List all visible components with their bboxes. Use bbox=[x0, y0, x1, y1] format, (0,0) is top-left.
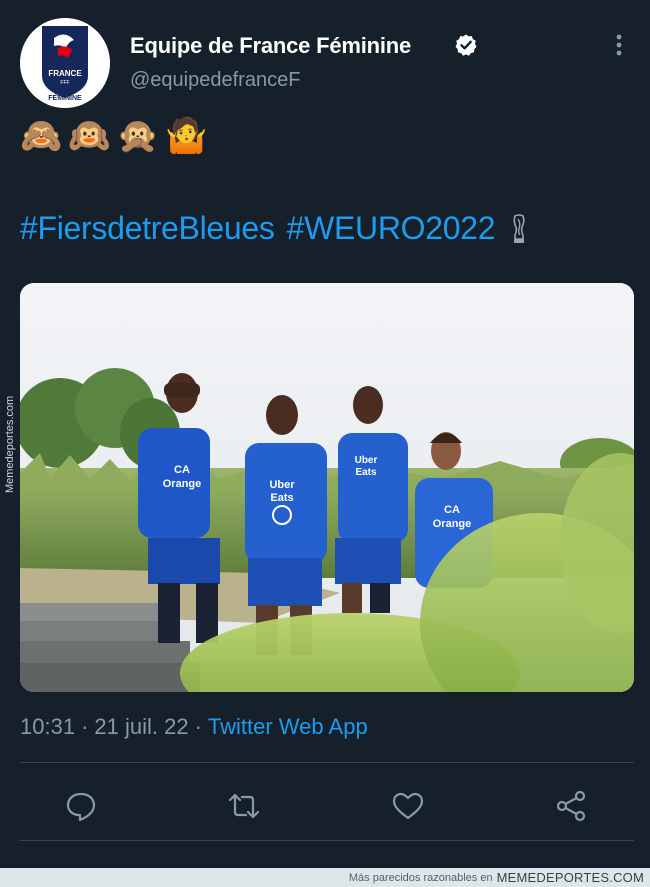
see-no-evil-monkey-emoji: 🙈 bbox=[20, 116, 63, 156]
reply-icon bbox=[66, 792, 96, 822]
verified-badge-icon bbox=[455, 34, 477, 56]
jersey-text-orange-2: Orange bbox=[433, 518, 472, 530]
footer-text: Más parecidos razonables en bbox=[348, 871, 493, 884]
like-icon bbox=[392, 792, 424, 820]
hashtag-weuro2022[interactable]: #WEURO2022 bbox=[287, 210, 496, 247]
jersey-text-eats: Eats bbox=[270, 492, 293, 504]
retweet-icon bbox=[228, 793, 260, 819]
hashtag-fiersdetrebleues[interactable]: #FiersdetreBleues bbox=[20, 210, 275, 247]
user-handle[interactable]: @equipedefranceF bbox=[130, 69, 300, 92]
more-options-icon[interactable] bbox=[606, 32, 632, 58]
jersey-text-orange: Orange bbox=[163, 478, 202, 490]
side-watermark: Memedeportes.com bbox=[4, 395, 16, 493]
like-button[interactable] bbox=[390, 788, 426, 824]
speak-no-evil-monkey-emoji: 🙊 bbox=[116, 116, 160, 156]
jersey-text-ca-2: CA bbox=[444, 504, 460, 516]
jersey-text-eats-2: Eats bbox=[355, 467, 377, 478]
shrug-emoji: 🤷 bbox=[165, 116, 208, 156]
avatar-text-mid: FFF bbox=[60, 80, 69, 86]
action-bar bbox=[0, 782, 650, 826]
tweet-meta: 10:31 · 21 juil. 22 · Twitter Web App bbox=[20, 714, 368, 740]
footer-brand[interactable]: MEMEDEPORTES.COM bbox=[497, 870, 644, 885]
emoji-line: 🙈 🙉 🙊 🤷 bbox=[20, 113, 207, 159]
tweet-time[interactable]: 10:31 bbox=[20, 714, 75, 740]
divider-top bbox=[20, 762, 634, 763]
meta-separator-2: · bbox=[194, 714, 202, 739]
jersey-text-uber: Uber bbox=[269, 479, 295, 491]
divider-bottom bbox=[20, 840, 634, 841]
jersey-text-uber-2: Uber bbox=[355, 455, 378, 466]
hear-no-evil-monkey-emoji: 🙉 bbox=[68, 116, 111, 156]
avatar-text-top: FRANCE bbox=[48, 69, 82, 78]
avatar-text-bottom: FÉMININE bbox=[48, 93, 82, 102]
trophy-icon bbox=[513, 213, 525, 243]
tweet-photo[interactable]: CA Orange Uber Eats Uber Eats CA Orange bbox=[20, 283, 634, 692]
watermark-footer: Más parecidos razonables en MEMEDEPORTES… bbox=[0, 868, 650, 887]
display-name[interactable]: Equipe de France Féminine bbox=[130, 33, 411, 59]
tweet: FRANCE FFF FÉMININE Equipe de France Fém… bbox=[0, 0, 650, 868]
retweet-button[interactable] bbox=[226, 788, 262, 824]
share-button[interactable] bbox=[553, 788, 589, 824]
jersey-text-ca: CA bbox=[174, 464, 190, 476]
fff-logo-icon: FRANCE FFF FÉMININE bbox=[20, 18, 110, 108]
share-icon bbox=[556, 790, 586, 822]
reply-button[interactable] bbox=[63, 788, 99, 824]
hashtag-line: #FiersdetreBleues #WEURO2022 bbox=[20, 210, 529, 247]
team-photo-illustration: CA Orange Uber Eats Uber Eats CA Orange bbox=[20, 283, 634, 692]
tweet-source[interactable]: Twitter Web App bbox=[208, 714, 368, 740]
meta-separator: · bbox=[81, 714, 89, 739]
avatar[interactable]: FRANCE FFF FÉMININE bbox=[20, 18, 110, 108]
tweet-date[interactable]: 21 juil. 22 bbox=[94, 714, 188, 740]
